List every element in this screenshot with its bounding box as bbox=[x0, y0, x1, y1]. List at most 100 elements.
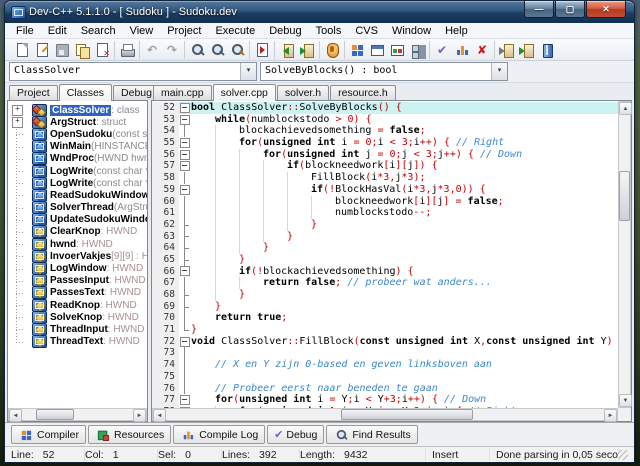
scroll-down-icon[interactable]: ▼ bbox=[619, 394, 632, 407]
tree-item-invoervakjes[interactable]: InvoerVakjes [9][9] : HWND bbox=[8, 250, 147, 263]
tree-item-readknop[interactable]: ReadKnop : HWND bbox=[8, 299, 147, 312]
run-button[interactable] bbox=[297, 41, 317, 59]
fold-toggle-icon[interactable] bbox=[179, 149, 191, 161]
tree-item-updatesudokuwindows[interactable]: UpdateSudokuWindows (c bbox=[8, 213, 147, 226]
menu-debug[interactable]: Debug bbox=[262, 25, 308, 37]
scroll-thumb[interactable] bbox=[341, 409, 474, 420]
scroll-track[interactable] bbox=[166, 409, 604, 420]
fold-toggle-icon[interactable] bbox=[179, 137, 191, 149]
replace-button[interactable] bbox=[227, 41, 247, 59]
new-file-button[interactable] bbox=[12, 41, 32, 59]
insert-button[interactable] bbox=[347, 41, 367, 59]
redo-button[interactable]: ↷ bbox=[162, 41, 182, 59]
open-project-button[interactable] bbox=[517, 41, 537, 59]
tree-item-logwrite[interactable]: LogWrite (const char *forma bbox=[8, 177, 147, 190]
tree-item-threadinput[interactable]: ThreadInput : HWND bbox=[8, 323, 147, 336]
dropdown-icon[interactable]: ▾ bbox=[240, 63, 256, 80]
menu-project[interactable]: Project bbox=[160, 25, 208, 37]
code-area[interactable]: 52 bool ClassSolver::SolveByBlocks() {53 w… bbox=[152, 101, 618, 408]
tree-horizontal-scrollbar[interactable]: ◄ ► bbox=[8, 408, 147, 422]
class-combo[interactable]: ClassSolver ▾ bbox=[9, 62, 257, 81]
minimize-button[interactable]: — bbox=[524, 1, 554, 18]
fold-toggle-icon[interactable] bbox=[179, 266, 191, 278]
editor-vertical-scrollbar[interactable]: ▲ ▼ bbox=[618, 101, 632, 408]
tree-item-hwnd[interactable]: hwnd : HWND bbox=[8, 238, 147, 251]
fold-toggle-icon[interactable] bbox=[179, 336, 191, 348]
editor-horizontal-scrollbar[interactable]: ◄ ► bbox=[152, 408, 618, 422]
tree-item-solveknop[interactable]: SolveKnop : HWND bbox=[8, 311, 147, 324]
tree-item-threadtext[interactable]: ThreadText : HWND bbox=[8, 335, 147, 348]
fold-toggle-icon[interactable] bbox=[179, 102, 191, 114]
tree-item-opensudoku[interactable]: OpenSudoku (const short (* bbox=[8, 128, 147, 141]
fold-toggle-icon[interactable] bbox=[179, 160, 191, 172]
tab-project[interactable]: Project bbox=[9, 85, 58, 100]
tree-item-passestext[interactable]: PassesText : HWND bbox=[8, 286, 147, 299]
expand-toggle-icon[interactable]: + bbox=[12, 117, 23, 129]
save-button[interactable] bbox=[52, 41, 72, 59]
tree-item-readsudokuwindows[interactable]: ReadSudokuWindows (sho bbox=[8, 189, 147, 202]
tab-find-results[interactable]: Find Results bbox=[326, 425, 418, 444]
scroll-track[interactable] bbox=[619, 115, 630, 394]
menu-execute[interactable]: Execute bbox=[208, 25, 262, 37]
maximize-button[interactable]: ▢ bbox=[555, 1, 585, 18]
scroll-right-icon[interactable]: ► bbox=[133, 409, 146, 422]
goto-line-button[interactable] bbox=[252, 41, 272, 59]
tree-item-wndproc[interactable]: WndProc (HWND hwnd, UIN bbox=[8, 152, 147, 165]
scroll-left-icon[interactable]: ◄ bbox=[153, 409, 166, 422]
scroll-thumb[interactable] bbox=[36, 409, 74, 420]
goto-bookmarks-button[interactable] bbox=[387, 41, 407, 59]
tab-debug[interactable]: ✔ Debug bbox=[267, 425, 325, 444]
tab-compile-log[interactable]: Compile Log bbox=[173, 425, 266, 444]
scroll-up-icon[interactable]: ▲ bbox=[619, 102, 632, 115]
fold-toggle-icon[interactable] bbox=[179, 394, 191, 406]
expand-toggle-icon[interactable]: + bbox=[12, 105, 23, 117]
tree-item-logwindow[interactable]: LogWindow : HWND bbox=[8, 262, 147, 275]
scroll-track[interactable] bbox=[22, 409, 133, 420]
menu-help[interactable]: Help bbox=[438, 25, 475, 37]
tree-item-clearknop[interactable]: ClearKnop : HWND bbox=[8, 225, 147, 239]
tab-solver-h[interactable]: solver.h bbox=[276, 85, 330, 100]
syntax-check-button[interactable]: ✔ bbox=[432, 41, 452, 59]
tab-main-cpp[interactable]: main.cpp bbox=[153, 85, 212, 100]
titlebar[interactable]: Dev-C++ 5.1.1.0 - [ Sudoku ] - Sudoku.de… bbox=[5, 1, 634, 23]
open-file-button[interactable] bbox=[32, 41, 52, 59]
project-options-button[interactable] bbox=[407, 41, 427, 59]
undo-button[interactable]: ↶ bbox=[142, 41, 162, 59]
menu-file[interactable]: File bbox=[9, 25, 41, 37]
tab-solver-cpp[interactable]: solver.cpp bbox=[212, 84, 276, 101]
member-combo[interactable]: SolveByBlocks() : bool ▾ bbox=[260, 62, 508, 81]
save-all-button[interactable] bbox=[72, 41, 92, 59]
tab-resource-h[interactable]: resource.h bbox=[330, 85, 396, 100]
tree-item-solverthread[interactable]: SolverThread (ArgStruct *a bbox=[8, 201, 147, 214]
tab-compiler[interactable]: Compiler bbox=[11, 425, 87, 444]
find-in-files-button[interactable] bbox=[207, 41, 227, 59]
find-button[interactable] bbox=[187, 41, 207, 59]
scroll-thumb[interactable] bbox=[619, 171, 630, 221]
tree-item-logwrite[interactable]: LogWrite (const char *forma bbox=[8, 164, 147, 178]
code-editor[interactable]: 52 bool ClassSolver::SolveByBlocks() {53 w… bbox=[151, 100, 632, 422]
profile-button[interactable] bbox=[452, 41, 472, 59]
debug-button[interactable] bbox=[322, 41, 342, 59]
menu-edit[interactable]: Edit bbox=[41, 25, 74, 37]
compile-button[interactable] bbox=[277, 41, 297, 59]
tree-item-winmain[interactable]: WinMain (HINSTANCE hInsta bbox=[8, 140, 147, 153]
menu-tools[interactable]: Tools bbox=[309, 25, 349, 37]
abort-button[interactable]: ✘ bbox=[472, 41, 492, 59]
toggle-bookmarks-button[interactable] bbox=[367, 41, 387, 59]
close-project-button[interactable] bbox=[497, 41, 517, 59]
fullscreen-button[interactable] bbox=[537, 41, 557, 59]
menu-search[interactable]: Search bbox=[74, 25, 123, 37]
tab-resources[interactable]: Resources bbox=[88, 425, 172, 444]
close-button[interactable]: ✕ bbox=[586, 1, 626, 18]
fold-toggle-icon[interactable] bbox=[179, 184, 191, 196]
fold-toggle-icon[interactable] bbox=[179, 406, 191, 408]
close-file-button[interactable] bbox=[92, 41, 112, 59]
tree-item-classsolver[interactable]: + ClassSolver : class bbox=[8, 104, 147, 117]
print-button[interactable] bbox=[117, 41, 137, 59]
scroll-right-icon[interactable]: ► bbox=[604, 409, 617, 422]
menu-window[interactable]: Window bbox=[385, 25, 438, 37]
tab-classes[interactable]: Classes bbox=[58, 84, 113, 101]
fold-toggle-icon[interactable] bbox=[179, 114, 191, 126]
tree-item-passesinput[interactable]: PassesInput : HWND bbox=[8, 274, 147, 287]
tree-item-argstruct[interactable]: + ArgStruct : struct bbox=[8, 116, 147, 129]
